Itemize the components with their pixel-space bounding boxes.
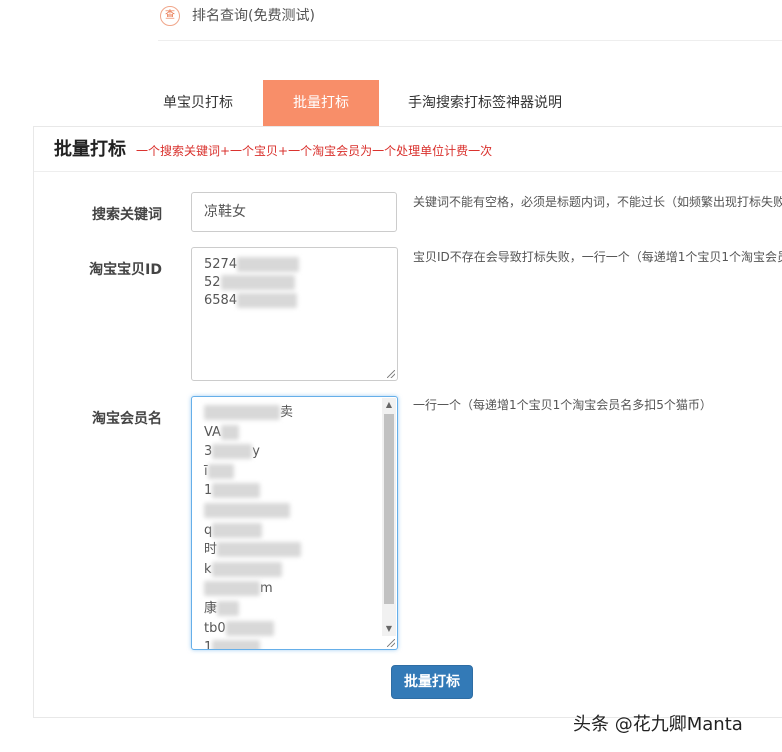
- member-help: 一行一个（每递增1个宝贝1个淘宝会员名多扣5个猫币）: [413, 398, 712, 412]
- list-item: 卖: [204, 403, 385, 423]
- keyword-help: 关键词不能有空格，必须是标题内词，不能过长（如频繁出现打标失败: [413, 195, 782, 209]
- panel-header: 批量打标 一个搜索关键词+一个宝贝+一个淘宝会员为一个处理单位计费一次: [34, 127, 782, 172]
- list-item: ī: [204, 462, 385, 482]
- keyword-input[interactable]: 凉鞋女: [191, 192, 397, 232]
- member-label: 淘宝会员名: [92, 411, 162, 427]
- scrollbar-thumb[interactable]: [384, 414, 394, 604]
- batch-tag-button[interactable]: 批量打标: [391, 665, 473, 699]
- list-item: 5274: [204, 256, 385, 274]
- item-id-label: 淘宝宝贝ID: [89, 262, 162, 278]
- list-item: VA: [204, 423, 385, 443]
- tab-instructions[interactable]: 手淘搜索打标签神器说明: [395, 80, 575, 126]
- resize-handle-icon[interactable]: [387, 370, 395, 378]
- list-item: q: [204, 521, 385, 541]
- tab-single-tag[interactable]: 单宝贝打标: [150, 80, 246, 126]
- list-item: m: [204, 579, 385, 599]
- scroll-down-icon[interactable]: ▼: [382, 622, 396, 636]
- tab-batch-tag[interactable]: 批量打标: [263, 80, 379, 126]
- list-item: 1: [204, 481, 385, 501]
- ranking-query-link[interactable]: 排名查询(免费测试): [192, 6, 315, 26]
- panel-title: 批量打标: [54, 139, 126, 160]
- item-id-help: 宝贝ID不存在会导致打标失败，一行一个（每递增1个宝贝1个淘宝会员: [413, 250, 782, 264]
- list-item: tb0: [204, 619, 385, 639]
- search-query-icon: 查: [160, 6, 180, 26]
- list-item: 康: [204, 599, 385, 619]
- member-textarea[interactable]: 卖 VA 3y ī 1 q 时 k m 康 tb0 1 ▲ ▼: [191, 396, 398, 650]
- list-item: 52: [204, 274, 385, 292]
- watermark: 头条 @花九卿Manta: [573, 714, 743, 735]
- scroll-up-icon[interactable]: ▲: [382, 398, 396, 412]
- top-nav-item[interactable]: 查 排名查询(免费测试): [158, 0, 782, 41]
- list-item: k: [204, 560, 385, 580]
- list-item: 6584: [204, 292, 385, 310]
- scrollbar[interactable]: ▲ ▼: [382, 398, 396, 636]
- list-item: [204, 501, 385, 521]
- item-id-textarea[interactable]: 5274 52 6584: [191, 247, 398, 381]
- keyword-label: 搜索关键词: [92, 207, 162, 223]
- list-item: 1: [204, 638, 385, 649]
- tab-bar: 单宝贝打标 批量打标 手淘搜索打标签神器说明: [0, 80, 782, 126]
- list-item: 时: [204, 540, 385, 560]
- panel-billing-note: 一个搜索关键词+一个宝贝+一个淘宝会员为一个处理单位计费一次: [136, 144, 493, 158]
- resize-handle-icon[interactable]: [387, 639, 395, 647]
- list-item: 3y: [204, 444, 260, 460]
